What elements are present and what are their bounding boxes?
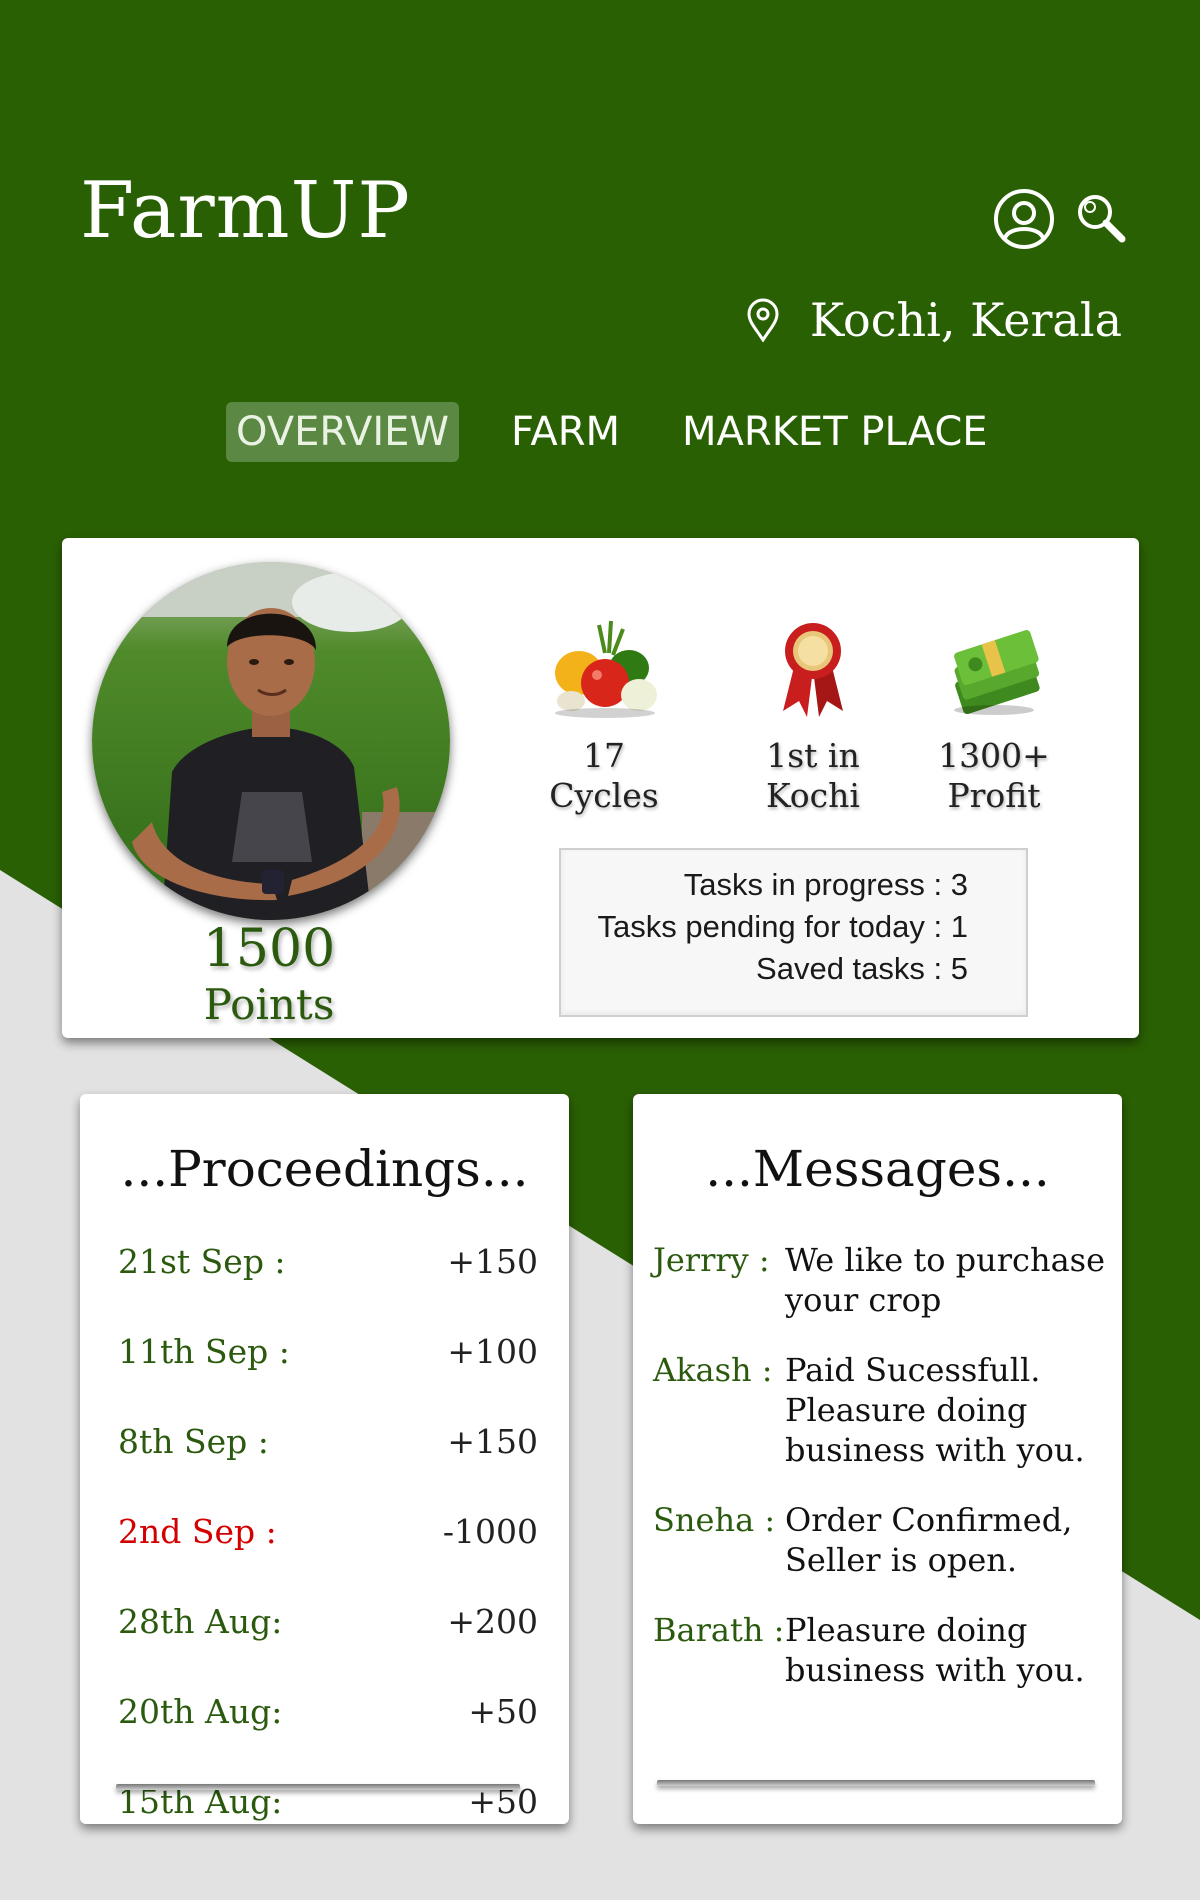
proceeding-row[interactable]: 8th Sep : +150: [118, 1422, 538, 1512]
message-sender: Sneha :: [653, 1501, 776, 1539]
proceeding-date: 11th Sep :: [118, 1332, 290, 1371]
stat-cycles: 17 Cycles: [514, 608, 694, 816]
tasks-summary[interactable]: Tasks in progress : 3 Tasks pending for …: [559, 848, 1028, 1017]
message-text: Order Confirmed, Seller is open.: [785, 1501, 1073, 1579]
message-item[interactable]: Barath : Pleasure doing business with yo…: [653, 1610, 1108, 1690]
tab-market-place[interactable]: MARKET PLACE: [672, 402, 998, 462]
stat-profit-label: Profit: [947, 776, 1041, 815]
location-pin-icon: [746, 298, 780, 342]
proceeding-date: 28th Aug:: [118, 1602, 283, 1641]
proceeding-amount: +200: [447, 1602, 538, 1641]
points-value: 1500: [202, 919, 336, 979]
messages-card: ...Messages... Jerrry : We like to purch…: [633, 1094, 1122, 1824]
avatar[interactable]: [92, 562, 450, 920]
stat-rank-label: Kochi: [766, 776, 860, 815]
message-item[interactable]: Sneha : Order Confirmed, Seller is open.: [653, 1500, 1108, 1580]
app-title: FarmUP: [80, 166, 411, 256]
location[interactable]: Kochi, Kerala: [746, 293, 1122, 347]
profile-card: 1500 Points 17 Cycles 1st in Kochi 1300+…: [62, 538, 1139, 1038]
stat-rank: 1st in Kochi: [723, 608, 903, 816]
tab-farm[interactable]: FARM: [501, 402, 630, 462]
messages-list[interactable]: Jerrry : We like to purchase your crop A…: [653, 1240, 1108, 1720]
message-sender: Akash :: [653, 1351, 773, 1389]
message-item[interactable]: Akash : Paid Sucessfull. Pleasure doing …: [653, 1350, 1108, 1470]
proceeding-row[interactable]: 28th Aug: +200: [118, 1602, 538, 1692]
tab-overview[interactable]: OVERVIEW: [226, 402, 460, 462]
stat-rank-value: 1st in: [766, 736, 860, 775]
proceeding-amount: -1000: [442, 1512, 538, 1551]
proceedings-list[interactable]: 21st Sep : +150 11th Sep : +100 8th Sep …: [118, 1242, 538, 1878]
proceeding-date: 8th Sep :: [118, 1422, 269, 1461]
vegetables-icon: [514, 608, 694, 728]
user-icon[interactable]: [993, 188, 1055, 250]
proceeding-amount: +100: [447, 1332, 538, 1371]
money-stack-icon: [904, 608, 1084, 728]
message-text: Paid Sucessfull. Pleasure doing business…: [785, 1351, 1085, 1469]
proceeding-row[interactable]: 2nd Sep : -1000: [118, 1512, 538, 1602]
proceedings-title: ...Proceedings...: [120, 1140, 529, 1198]
stat-profit-value: 1300+: [938, 736, 1050, 775]
message-sender: Jerrry :: [653, 1241, 770, 1279]
points-label: Points: [203, 980, 335, 1029]
proceeding-date: 21st Sep :: [118, 1242, 286, 1281]
proceeding-date: 2nd Sep :: [118, 1512, 277, 1551]
stat-cycles-label: Cycles: [549, 776, 659, 815]
proceeding-amount: +150: [447, 1422, 538, 1461]
proceedings-scroll-edge: [116, 1784, 520, 1790]
message-item[interactable]: Jerrry : We like to purchase your crop: [653, 1240, 1108, 1320]
award-ribbon-icon: [723, 608, 903, 728]
message-sender: Barath :: [653, 1611, 785, 1649]
tasks-in-progress: Tasks in progress : 3: [683, 867, 968, 902]
message-text: Pleasure doing business with you.: [785, 1611, 1085, 1689]
proceeding-row[interactable]: 21st Sep : +150: [118, 1242, 538, 1332]
search-icon[interactable]: [1075, 192, 1127, 244]
tasks-saved: Saved tasks : 5: [756, 951, 968, 986]
message-text: We like to purchase your crop: [785, 1241, 1106, 1319]
messages-title: ...Messages...: [705, 1140, 1050, 1198]
stat-profit: 1300+ Profit: [904, 608, 1084, 816]
location-text: Kochi, Kerala: [809, 293, 1122, 347]
proceeding-amount: +150: [447, 1242, 538, 1281]
tasks-pending-today: Tasks pending for today : 1: [597, 909, 968, 944]
proceeding-date: 20th Aug:: [118, 1692, 283, 1731]
proceeding-row[interactable]: 11th Sep : +100: [118, 1332, 538, 1422]
proceedings-card: ...Proceedings... 21st Sep : +150 11th S…: [80, 1094, 569, 1824]
stat-cycles-value: 17: [583, 736, 625, 775]
proceeding-row[interactable]: 15th Aug: +50: [118, 1782, 538, 1872]
proceeding-row[interactable]: 20th Aug: +50: [118, 1692, 538, 1782]
proceeding-amount: +50: [468, 1692, 538, 1731]
main-tabs: OVERVIEW FARM MARKET PLACE: [226, 402, 1040, 462]
messages-scroll-edge: [657, 1780, 1095, 1786]
